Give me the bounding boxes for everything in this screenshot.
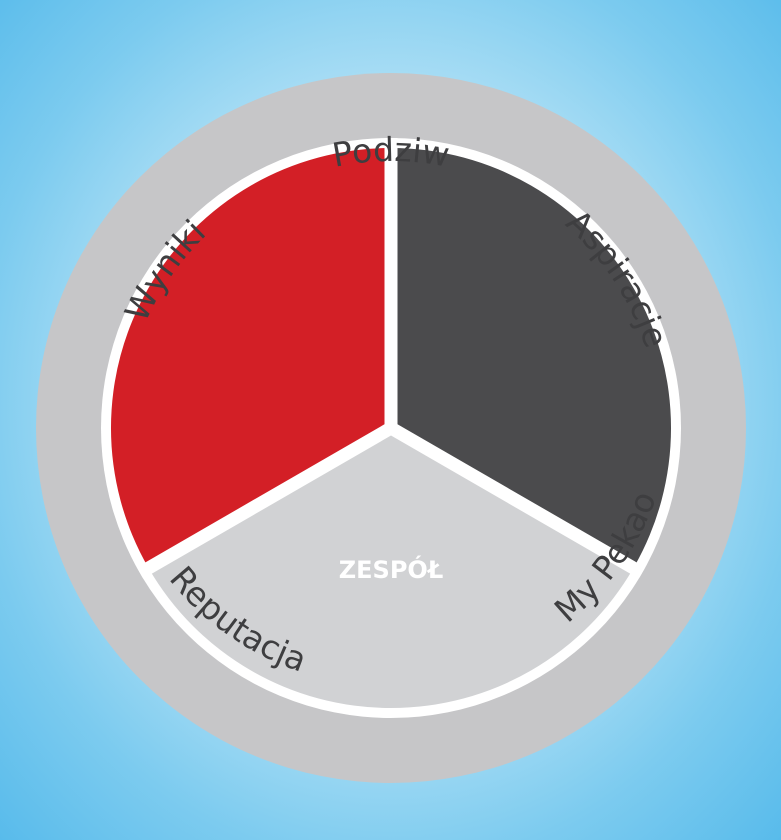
segment-diagram: ZESPÓŁ Podziw Wyniki Aspiracje Reputacja… <box>36 73 746 783</box>
center-label: ZESPÓŁ <box>339 554 443 584</box>
ring-label-top: Podziw <box>329 130 452 175</box>
